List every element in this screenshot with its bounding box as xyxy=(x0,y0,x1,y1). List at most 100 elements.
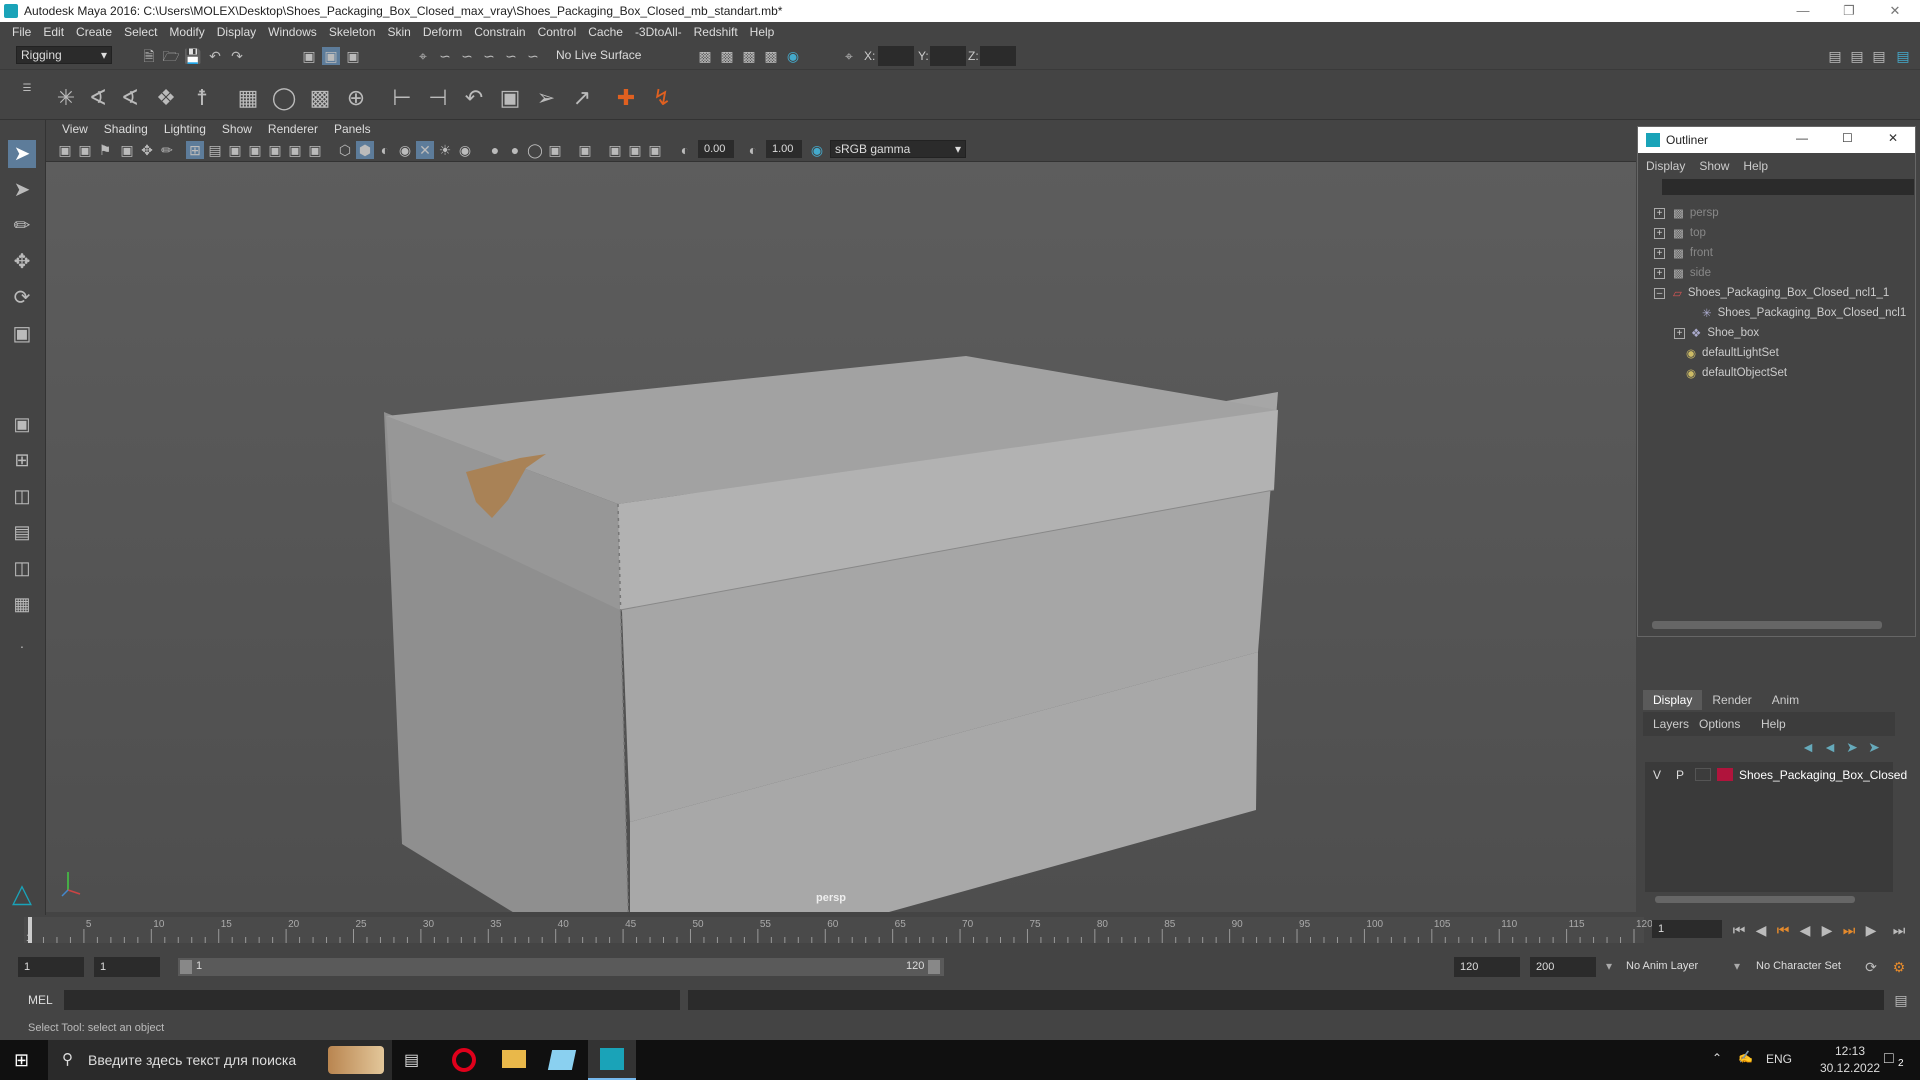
go-to-end-icon[interactable]: ⏭ xyxy=(1890,921,1908,939)
close-icon[interactable]: ✕ xyxy=(1872,0,1918,22)
resolution-gate-icon[interactable]: ▣ xyxy=(226,141,244,159)
layer-type-toggle[interactable] xyxy=(1695,768,1711,781)
expand-icon[interactable]: + xyxy=(1674,327,1685,339)
new-layer-icon[interactable]: ➤ xyxy=(1843,738,1861,756)
gamma-icon[interactable]: ◐ xyxy=(744,141,762,159)
menu-select[interactable]: Select xyxy=(124,25,157,39)
select-object-icon[interactable]: ▣ xyxy=(322,47,340,65)
move-tool-icon[interactable]: ✥ xyxy=(8,248,36,276)
render-view-icon[interactable]: ◉ xyxy=(784,47,802,65)
frame-icon[interactable]: ▣ xyxy=(646,141,664,159)
go-to-start-icon[interactable]: ⏮ xyxy=(1730,921,1748,939)
snap-point-icon[interactable]: ∽ xyxy=(458,47,476,65)
z-field[interactable] xyxy=(980,46,1016,66)
menu-redshift[interactable]: Redshift xyxy=(694,25,738,39)
outliner-search-input[interactable] xyxy=(1662,179,1914,195)
play-forward-icon[interactable]: ▶ xyxy=(1818,921,1836,939)
outliner-layout-icon[interactable]: ◫ xyxy=(8,554,36,582)
open-scene-icon[interactable]: 🗁 xyxy=(162,47,180,65)
point-constraint-icon[interactable]: ⊣ xyxy=(424,84,452,112)
paint-select-icon[interactable]: ✏ xyxy=(8,212,36,240)
select-tool-icon[interactable]: ➤ xyxy=(8,140,36,168)
vp-menu-shading[interactable]: Shading xyxy=(104,122,148,136)
gamma-field[interactable]: 1.00 xyxy=(766,140,802,158)
image-plane-icon[interactable]: ▣ xyxy=(118,141,136,159)
outliner-item[interactable]: + ▩ front xyxy=(1638,243,1915,263)
collapse-icon[interactable]: – xyxy=(1654,287,1665,299)
expand-icon[interactable]: + xyxy=(1654,207,1665,219)
bind-skin-icon[interactable]: ▦ xyxy=(234,84,262,112)
menu-constrain[interactable]: Constrain xyxy=(474,25,525,39)
xray-icon[interactable]: ◉ xyxy=(456,141,474,159)
notification-icon[interactable]: □ xyxy=(1884,1050,1894,1068)
layer-menu-options[interactable]: Options xyxy=(1699,717,1740,731)
expand-icon[interactable]: + xyxy=(1654,267,1665,279)
taskbar-search-box[interactable]: ⚲ Введите здесь текст для поиска xyxy=(48,1040,392,1080)
film-gate-icon[interactable]: ▤ xyxy=(206,141,224,159)
tool-settings-icon[interactable]: ▤ xyxy=(1870,47,1888,65)
anim-end-field[interactable]: 200 xyxy=(1530,957,1596,977)
tray-chevron-icon[interactable]: ⌃ xyxy=(1712,1051,1722,1065)
exposure-icon[interactable]: ◐ xyxy=(676,141,694,159)
play-backward-icon[interactable]: ◀ xyxy=(1796,921,1814,939)
script-editor-icon[interactable]: ▤ xyxy=(1892,991,1910,1009)
snap-live-icon[interactable]: ∽ xyxy=(524,47,542,65)
maya-home-icon[interactable]: △ xyxy=(6,878,38,908)
parent-constraint-icon[interactable]: ⊢ xyxy=(388,84,416,112)
rotate-tool-icon[interactable]: ⟳ xyxy=(8,284,36,312)
restore-icon[interactable]: ❐ xyxy=(1826,0,1872,22)
layer-move-down-icon[interactable]: ◄ xyxy=(1821,738,1839,756)
layer-move-up-icon[interactable]: ◄ xyxy=(1799,738,1817,756)
layer-color-swatch[interactable] xyxy=(1717,768,1733,781)
render-settings-icon[interactable]: ▩ xyxy=(740,47,758,65)
depth-of-field-icon[interactable]: ▣ xyxy=(546,141,564,159)
select-component-icon[interactable]: ▣ xyxy=(344,47,362,65)
minimize-icon[interactable]: — xyxy=(1780,0,1826,22)
tab-render[interactable]: Render xyxy=(1702,690,1761,710)
playback-start-field[interactable]: 1 xyxy=(94,957,160,977)
new-scene-icon[interactable]: 🗎 xyxy=(140,47,158,65)
shadows-icon[interactable]: ☀ xyxy=(436,141,454,159)
hud-icon[interactable]: ▣ xyxy=(606,141,624,159)
textured-icon[interactable]: ◉ xyxy=(396,141,414,159)
new-layer-selected-icon[interactable]: ➤ xyxy=(1865,738,1883,756)
step-forward-icon[interactable]: ▶ xyxy=(1862,921,1880,939)
menu-control[interactable]: Control xyxy=(538,25,577,39)
lights-icon[interactable]: ✕ xyxy=(416,141,434,159)
grid-toggle-icon[interactable]: ⊞ xyxy=(186,141,204,159)
camera-lock-icon[interactable]: ▣ xyxy=(76,141,94,159)
chevron-down-icon[interactable]: ▾ xyxy=(1606,959,1612,973)
live-surface-field[interactable]: No Live Surface xyxy=(552,47,656,65)
step-forward-key-icon[interactable]: ⏭ xyxy=(1840,921,1858,939)
hypershade-icon[interactable]: ▩ xyxy=(762,47,780,65)
menu-deform[interactable]: Deform xyxy=(423,25,462,39)
attribute-editor-icon[interactable]: ▤ xyxy=(1848,47,1866,65)
cluster-icon[interactable]: ⊕ xyxy=(342,84,370,112)
mel-label[interactable]: MEL xyxy=(28,993,53,1007)
anim-layer-label[interactable]: No Anim Layer xyxy=(1626,960,1698,972)
outliner-item[interactable]: ✳ Shoes_Packaging_Box_Closed_ncl1 xyxy=(1638,303,1915,323)
aim-constraint-icon[interactable]: ➢ xyxy=(532,84,560,112)
outliner-h-scrollbar[interactable] xyxy=(1652,621,1882,629)
menu-modify[interactable]: Modify xyxy=(169,25,204,39)
joint-tool-icon[interactable]: ✳ xyxy=(52,84,80,112)
pole-vector-icon[interactable]: ↗ xyxy=(568,84,596,112)
snap-surface-icon[interactable]: ∽ xyxy=(502,47,520,65)
motion-blur-icon[interactable]: ● xyxy=(506,141,524,159)
pen-icon[interactable]: ✍ xyxy=(1738,1050,1753,1064)
menu-file[interactable]: File xyxy=(12,25,31,39)
vp-menu-renderer[interactable]: Renderer xyxy=(268,122,318,136)
safe-title-icon[interactable]: ▣ xyxy=(306,141,324,159)
menu-3dtoall[interactable]: -3DtoAll- xyxy=(635,25,682,39)
isolate-select-icon[interactable]: ▣ xyxy=(576,141,594,159)
maximize-icon[interactable]: ☐ xyxy=(1842,131,1853,145)
menu-help[interactable]: Help xyxy=(750,25,775,39)
ambient-occlusion-icon[interactable]: ● xyxy=(486,141,504,159)
field-chart-icon[interactable]: ▣ xyxy=(266,141,284,159)
outliner-item[interactable]: – ▱ Shoes_Packaging_Box_Closed_ncl1_1 xyxy=(1638,283,1915,303)
lasso-tool-icon[interactable]: ➤ xyxy=(8,176,36,204)
outliner-menu-display[interactable]: Display xyxy=(1646,159,1685,173)
range-slider[interactable]: 1 120 xyxy=(178,958,944,976)
close-icon[interactable]: ✕ xyxy=(1888,131,1898,145)
safe-action-icon[interactable]: ▣ xyxy=(286,141,304,159)
